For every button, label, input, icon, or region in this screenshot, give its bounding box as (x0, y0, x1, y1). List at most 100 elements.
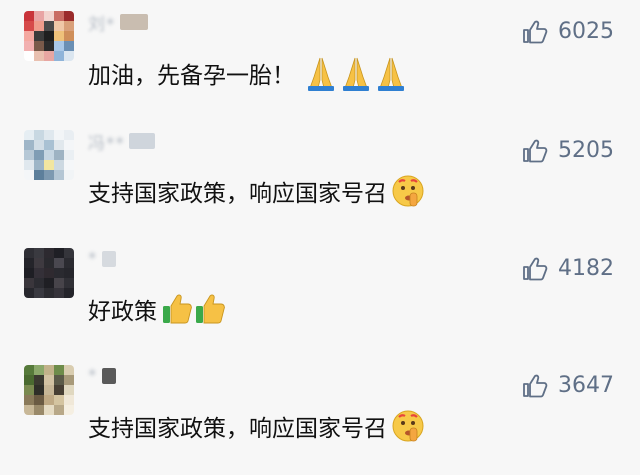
avatar-pixel (24, 140, 34, 150)
avatar-pixel (44, 248, 54, 258)
avatar-pixel (54, 11, 64, 21)
pray-hands-icon (303, 55, 409, 91)
like-button[interactable]: 5205 (522, 138, 614, 163)
avatar-pixel (24, 51, 34, 61)
avatar-pixel (44, 395, 54, 405)
avatar[interactable] (24, 11, 74, 61)
avatar-pixel (34, 405, 44, 415)
avatar-pixel (34, 258, 44, 268)
comment-item: * 好政策 4182 (0, 248, 640, 358)
thumbs-up-icon (523, 20, 548, 43)
avatar-pixel (54, 248, 64, 258)
avatar-pixel (44, 385, 54, 395)
like-button[interactable]: 6025 (522, 19, 614, 44)
avatar-pixel (64, 21, 74, 31)
avatar-pixel (44, 140, 54, 150)
avatar-pixel (64, 170, 74, 180)
avatar-pixel (44, 11, 54, 21)
comment-body: 好政策 (88, 299, 157, 325)
avatar-pixel (64, 365, 74, 375)
thumbs-up-icon (523, 257, 548, 280)
avatar-pixel (44, 130, 54, 140)
avatar-pixel (44, 365, 54, 375)
avatar-pixel (44, 288, 54, 298)
username-badge (101, 251, 116, 267)
avatar-pixel (34, 375, 44, 385)
username-badge (119, 14, 148, 30)
avatar-pixel (34, 150, 44, 160)
like-count: 3647 (558, 373, 614, 398)
avatar-pixel (64, 268, 74, 278)
username[interactable]: 刘* (88, 11, 148, 35)
avatar-pixel (64, 51, 74, 61)
avatar[interactable] (24, 248, 74, 298)
comment-item: 刘* 加油，先备孕一胎！ 6025 (0, 11, 640, 121)
avatar-pixel (64, 375, 74, 385)
avatar-pixel (24, 395, 34, 405)
avatar-pixel (24, 31, 34, 41)
like-count: 4182 (558, 256, 614, 281)
avatar-pixel (24, 170, 34, 180)
avatar-pixel (44, 258, 54, 268)
avatar-pixel (34, 160, 44, 170)
avatar-pixel (24, 375, 34, 385)
username-text: 冯** (88, 133, 125, 154)
avatar-pixel (64, 160, 74, 170)
avatar-pixel (54, 51, 64, 61)
avatar-pixel (64, 278, 74, 288)
avatar-pixel (44, 160, 54, 170)
avatar-pixel (54, 365, 64, 375)
username[interactable]: 冯** (88, 130, 155, 154)
avatar-pixel (34, 288, 44, 298)
avatar-pixel (34, 395, 44, 405)
avatar-pixel (24, 288, 34, 298)
avatar-pixel (24, 385, 34, 395)
like-button[interactable]: 4182 (522, 256, 614, 281)
avatar-pixel (34, 278, 44, 288)
avatar-pixel (64, 288, 74, 298)
avatar-pixel (44, 41, 54, 51)
like-button[interactable]: 3647 (522, 373, 614, 398)
avatar-pixel (54, 130, 64, 140)
avatar-pixel (54, 268, 64, 278)
avatar-pixel (44, 170, 54, 180)
avatar-pixel (64, 31, 74, 41)
avatar-pixel (34, 21, 44, 31)
avatar-pixel (54, 170, 64, 180)
avatar-pixel (64, 41, 74, 51)
thumbs-up-emoji-icon (161, 292, 227, 326)
shushing-face-icon (391, 174, 425, 208)
avatar-pixel (54, 140, 64, 150)
avatar-pixel (44, 268, 54, 278)
avatar[interactable] (24, 130, 74, 180)
avatar-pixel (44, 31, 54, 41)
comment-body: 加油，先备孕一胎！ (88, 63, 295, 89)
avatar-pixel (34, 248, 44, 258)
avatar-pixel (24, 248, 34, 258)
comment-item: * 支持国家政策，响应国家号召 3647 (0, 365, 640, 475)
avatar-pixel (54, 395, 64, 405)
like-count: 5205 (558, 138, 614, 163)
avatar-pixel (54, 288, 64, 298)
username-text: * (88, 249, 98, 269)
avatar-pixel (44, 405, 54, 415)
username[interactable]: * (88, 365, 116, 387)
avatar-pixel (34, 51, 44, 61)
avatar[interactable] (24, 365, 74, 415)
comment-body: 支持国家政策，响应国家号召 (88, 181, 387, 207)
avatar-pixel (54, 405, 64, 415)
avatar-pixel (44, 278, 54, 288)
avatar-pixel (24, 130, 34, 140)
avatar-pixel (64, 395, 74, 405)
avatar-pixel (64, 385, 74, 395)
avatar-pixel (24, 268, 34, 278)
avatar-pixel (64, 11, 74, 21)
thumbs-up-icon (523, 139, 548, 162)
avatar-pixel (24, 11, 34, 21)
avatar-pixel (34, 140, 44, 150)
comment-text: 好政策 (88, 292, 227, 326)
avatar-pixel (34, 130, 44, 140)
avatar-pixel (34, 365, 44, 375)
username[interactable]: * (88, 248, 116, 270)
avatar-pixel (54, 258, 64, 268)
